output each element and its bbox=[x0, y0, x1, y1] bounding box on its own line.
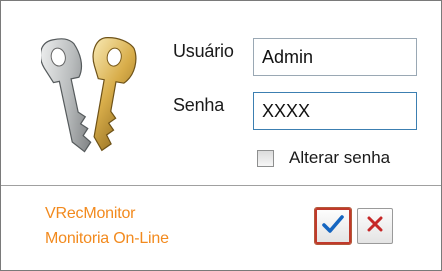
app-name: VRecMonitor bbox=[45, 205, 136, 222]
close-icon bbox=[366, 215, 384, 238]
password-input[interactable] bbox=[254, 93, 416, 129]
username-input[interactable] bbox=[254, 39, 416, 75]
cancel-button[interactable] bbox=[357, 208, 393, 244]
change-password-label: Alterar senha bbox=[289, 148, 391, 167]
username-field-box bbox=[253, 38, 417, 76]
change-password-checkbox[interactable] bbox=[257, 150, 274, 167]
ok-button[interactable] bbox=[314, 207, 352, 245]
password-label: Senha bbox=[173, 95, 225, 115]
dialog-footer: VRecMonitor Monitoria On-Line bbox=[1, 186, 441, 270]
login-dialog: Usuário Senha Alterar senha VRecMonitor … bbox=[0, 0, 442, 271]
keys-icon bbox=[39, 27, 149, 155]
username-label: Usuário bbox=[173, 41, 234, 61]
app-subtitle: Monitoria On-Line bbox=[45, 230, 169, 247]
login-form: Usuário Senha Alterar senha bbox=[1, 1, 441, 185]
checkmark-icon bbox=[322, 214, 344, 239]
password-field-box bbox=[253, 92, 417, 130]
